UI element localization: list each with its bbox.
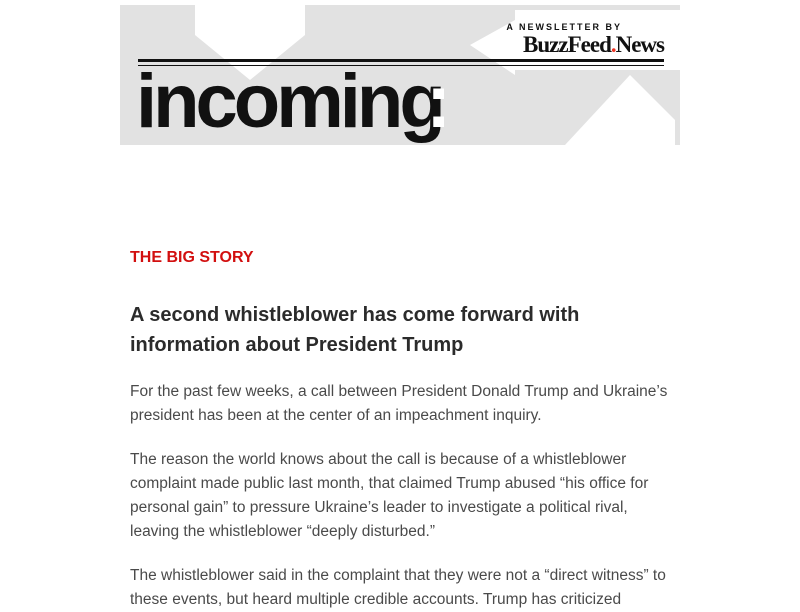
brand-name: BuzzFeed — [523, 32, 612, 57]
incoming-wordmark: incoming — [136, 59, 446, 144]
newsletter-tagline: A NEWSLETTER BY — [506, 22, 622, 32]
story-paragraph: For the past few weeks, a call between P… — [130, 383, 668, 424]
section-kicker: THE BIG STORY — [130, 249, 254, 266]
newsletter-header: A NEWSLETTER BY BuzzFeed.News incoming : — [120, 5, 680, 145]
buzzfeed-news-logo: BuzzFeed.News — [523, 32, 665, 58]
story-paragraph: The whistleblower said in the complaint … — [130, 567, 666, 608]
brand-news: News — [615, 32, 665, 57]
story-paragraph: The reason the world knows about the cal… — [130, 451, 649, 540]
story-headline: A second whistleblower has come forward … — [130, 304, 580, 356]
wordmark-colon: : — [426, 59, 452, 144]
big-story-section: THE BIG STORY A second whistleblower has… — [130, 246, 675, 612]
